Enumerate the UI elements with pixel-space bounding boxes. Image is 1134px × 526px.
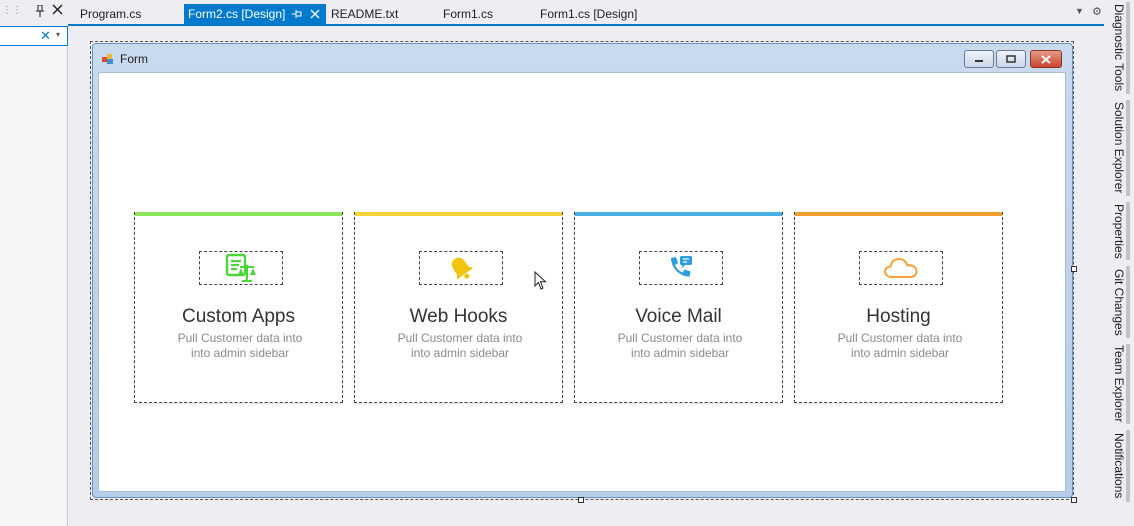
vtab-label: Git Changes [1112,268,1126,336]
tab-label: Form1.cs [443,7,494,21]
cloud-icon [883,257,918,278]
card-icon-box[interactable] [199,251,283,285]
card-title: Custom Apps [182,306,295,327]
card-description: Pull Customer data into into admin sideb… [385,331,535,361]
vtab-bar [1126,202,1130,260]
tab-form2-design[interactable]: Form2.cs [Design] [184,4,326,24]
form-client-area[interactable]: Custom Apps Pull Customer data into into… [98,72,1066,492]
vtab-bar [1126,100,1130,196]
tab-form1-cs[interactable]: Form1.cs [439,4,535,24]
vtab-bar [1126,430,1130,502]
tab-label: Form1.cs [Design] [540,7,638,21]
clear-search-icon[interactable]: ✕ [40,28,51,44]
card-accent-bar [575,212,782,216]
card-icon-box[interactable] [859,251,943,285]
card-description-line: Pull Customer data into [397,331,523,345]
resize-handle-right[interactable] [1071,266,1077,272]
tab-label: README.txt [331,7,399,21]
tab-label: Program.cs [80,7,142,21]
resize-handle-bottom[interactable] [578,497,584,503]
grip-icon[interactable]: ⋮⋮ [2,6,22,16]
card-web-hooks[interactable]: Web Hooks Pull Customer data into into a… [354,212,563,403]
vtab-bar [1126,266,1130,338]
phone-message-icon [671,256,692,277]
card-accent-bar [135,212,342,216]
vtab-properties[interactable]: Properties [1108,202,1130,260]
tab-label: Form2.cs [Design] [188,7,286,21]
card-title: Hosting [866,306,931,327]
vtab-label: Team Explorer [1112,345,1126,423]
tab-program-cs[interactable]: Program.cs [76,4,180,24]
vtab-label: Notifications [1112,433,1126,499]
form-icon [102,54,113,64]
toolbox-header: ⋮⋮ [0,0,68,26]
bell-icon [451,257,474,280]
card-hosting[interactable]: Hosting Pull Customer data into into adm… [794,212,1003,403]
card-voice-mail[interactable]: Voice Mail Pull Customer data into into … [574,212,783,403]
form-title: Form [120,52,148,66]
card-description: Pull Customer data into into admin sideb… [605,331,755,361]
card-title: Web Hooks [409,306,508,327]
mouse-cursor-icon [534,271,547,290]
vtab-label: Solution Explorer [1112,102,1126,194]
pin-icon[interactable] [35,4,45,17]
card-description: Pull Customer data into into admin sideb… [165,331,315,361]
card-description-line: into admin sidebar [850,346,950,360]
apps-scale-icon [225,253,256,282]
vtab-git-changes[interactable]: Git Changes [1108,266,1130,338]
card-icon-box[interactable] [419,251,503,285]
vtab-bar [1126,2,1130,94]
close-tab-icon[interactable] [310,4,320,25]
card-accent-bar [355,212,562,216]
card-icon-box[interactable] [639,251,723,285]
card-description-line: into admin sidebar [410,346,510,360]
minimize-icon [975,60,983,62]
form-window[interactable]: Form Custom Apps Pull Customer data into… [92,43,1073,498]
card-description-line: Pull Customer data into [177,331,303,345]
toolbox-search-input[interactable]: ✕ ▾ [0,26,68,46]
maximize-icon [1006,55,1016,63]
vtab-label: Properties [1112,203,1126,259]
card-description-line: into admin sidebar [630,346,730,360]
card-description: Pull Customer data into into admin sideb… [825,331,975,361]
card-accent-bar [795,212,1002,216]
tab-readme-txt[interactable]: README.txt [327,4,437,24]
toolbox-panel: ⋮⋮ ✕ ▾ [0,0,68,526]
close-icon[interactable] [52,4,64,18]
tab-form1-design[interactable]: Form1.cs [Design] [536,4,656,24]
form-close-button[interactable] [1030,50,1062,68]
resize-handle-corner[interactable] [1071,497,1077,503]
card-custom-apps[interactable]: Custom Apps Pull Customer data into into… [134,212,343,403]
vtab-solution-explorer[interactable]: Solution Explorer [1108,100,1130,196]
close-icon [1041,54,1051,64]
card-description-line: into admin sidebar [190,346,290,360]
form-titlebar[interactable]: Form [93,44,1072,72]
vtab-label: Diagnostic Tools [1112,4,1126,92]
minimize-button[interactable] [964,50,994,68]
gear-icon[interactable]: ⚙ [1092,5,1102,18]
vtab-team-explorer[interactable]: Team Explorer [1108,344,1130,424]
card-title: Voice Mail [635,306,722,327]
card-description-line: Pull Customer data into [837,331,963,345]
tab-overflow-icon[interactable]: ▼ [1075,6,1084,16]
vtab-diagnostic-tools[interactable]: Diagnostic Tools [1108,2,1130,94]
card-description-line: Pull Customer data into [617,331,743,345]
vtab-bar [1126,344,1130,424]
maximize-button[interactable] [996,50,1026,68]
chevron-down-icon[interactable]: ▾ [56,30,60,39]
vtab-notifications[interactable]: Notifications [1108,430,1130,502]
